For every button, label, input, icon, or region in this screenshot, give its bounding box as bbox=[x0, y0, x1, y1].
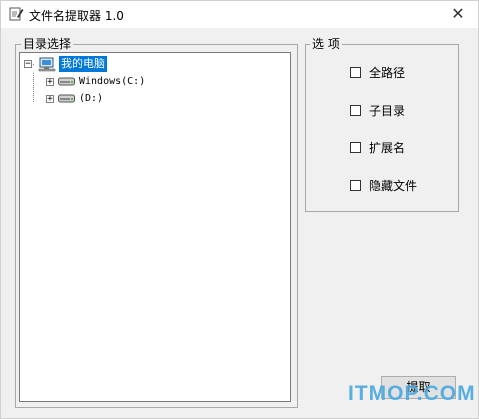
directory-group-label: 目录选择 bbox=[21, 37, 74, 51]
tree-node-label: 我的电脑 bbox=[59, 56, 107, 72]
computer-icon bbox=[38, 57, 56, 72]
drive-d-expander[interactable]: + bbox=[46, 95, 54, 104]
tree-node-label: Windows(C:) bbox=[79, 76, 146, 87]
close-icon: ✕ bbox=[451, 4, 465, 23]
tree-connector bbox=[33, 73, 34, 102]
tree-node-drive-d[interactable]: (D:) bbox=[58, 91, 138, 107]
option-label: 子目录 bbox=[369, 104, 406, 118]
option-label: 全路径 bbox=[369, 66, 406, 80]
title-bar: 文件名提取器 1.0 ✕ bbox=[1, 1, 478, 28]
window-title: 文件名提取器 1.0 bbox=[29, 9, 124, 23]
options-group-label: 选 项 bbox=[310, 37, 342, 51]
hidden-files-checkbox[interactable] bbox=[350, 180, 361, 191]
directory-tree[interactable]: − 我的电脑 + Windows(C:) + (D:) bbox=[19, 52, 291, 402]
tree-node-label: (D:) bbox=[79, 93, 104, 104]
tree-node-my-computer[interactable]: 我的电脑 bbox=[38, 56, 148, 72]
subdirectory-checkbox[interactable] bbox=[350, 105, 361, 116]
extension-checkbox[interactable] bbox=[350, 142, 361, 153]
extract-button[interactable]: 提取 bbox=[381, 376, 456, 399]
option-label: 隐藏文件 bbox=[369, 179, 418, 193]
close-button[interactable]: ✕ bbox=[448, 4, 468, 24]
tree-node-drive-c[interactable]: Windows(C:) bbox=[58, 74, 178, 90]
drive-c-expander[interactable]: + bbox=[46, 78, 54, 87]
option-label: 扩展名 bbox=[369, 141, 406, 155]
app-window: 文件名提取器 1.0 ✕ 目录选择 − 我的电脑 + Windows(C:) +… bbox=[0, 0, 479, 419]
root-expander[interactable]: − bbox=[24, 60, 32, 69]
hard-drive-icon bbox=[58, 94, 75, 103]
full-path-checkbox[interactable] bbox=[350, 67, 361, 78]
hard-drive-icon bbox=[58, 77, 75, 86]
notepad-pencil-icon bbox=[9, 7, 24, 21]
